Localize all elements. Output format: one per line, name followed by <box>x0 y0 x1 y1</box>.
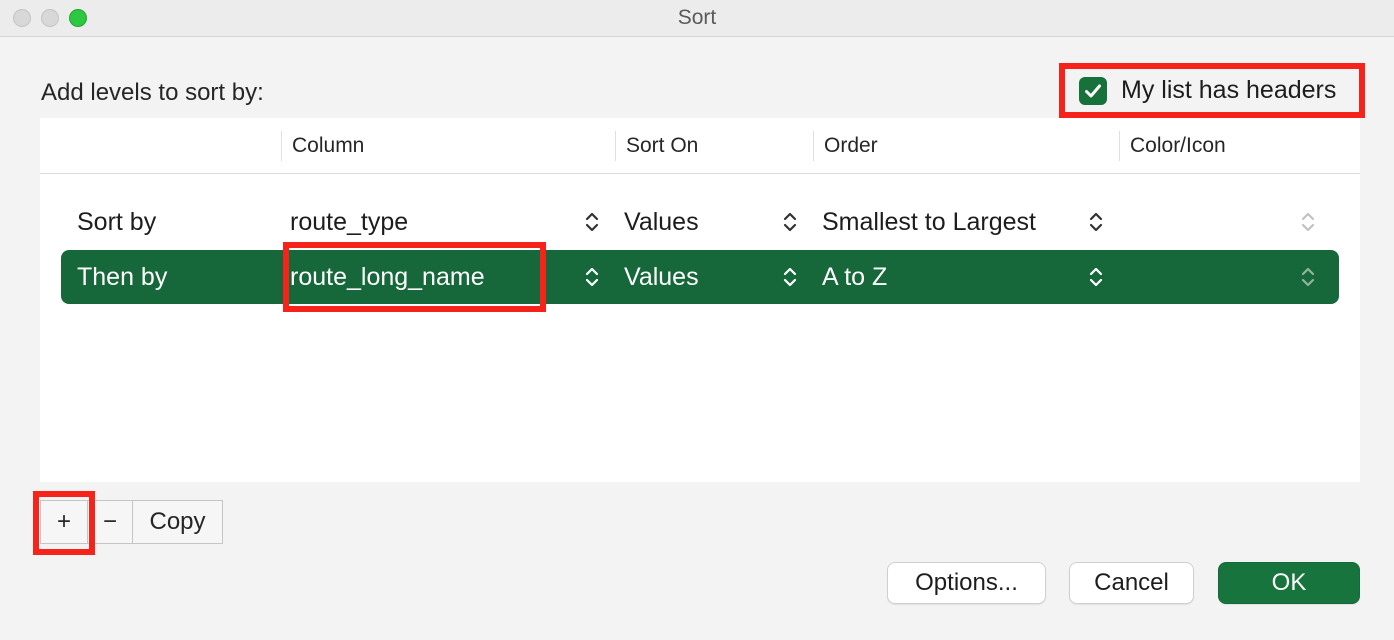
column-select[interactable]: route_type <box>290 195 408 249</box>
column-header-sort-on: Sort On <box>615 131 698 161</box>
chevron-updown-icon[interactable] <box>584 265 600 289</box>
add-levels-label: Add levels to sort by: <box>41 79 264 106</box>
chevron-updown-icon[interactable] <box>1300 210 1316 234</box>
row-label: Sort by <box>77 208 157 236</box>
column-header-color-icon: Color/Icon <box>1119 131 1226 161</box>
add-level-highlight <box>33 491 95 555</box>
chevron-updown-icon[interactable] <box>584 210 600 234</box>
column-select-highlight <box>283 242 546 312</box>
chevron-updown-icon[interactable] <box>1300 265 1316 289</box>
column-header-order: Order <box>813 131 878 161</box>
order-select[interactable]: Smallest to Largest <box>822 195 1036 249</box>
title-bar: Sort <box>0 0 1394 37</box>
sort-level-row[interactable]: Then by route_long_name Values A to Z <box>61 242 1339 312</box>
headers-checkbox[interactable] <box>1079 76 1107 105</box>
cancel-button[interactable]: Cancel <box>1069 562 1194 604</box>
window-title: Sort <box>677 6 717 29</box>
chevron-updown-icon[interactable] <box>1088 265 1104 289</box>
sort-on-select[interactable]: Values <box>624 195 699 249</box>
headers-checkbox-highlight[interactable]: My list has headers <box>1059 63 1365 118</box>
table-header: Column Sort On Order Color/Icon <box>40 118 1360 174</box>
checkmark-icon <box>1085 84 1101 97</box>
ok-button[interactable]: OK <box>1218 562 1360 604</box>
row-label: Then by <box>77 263 168 291</box>
sort-level-row[interactable]: Sort by route_type Values Smallest to La… <box>61 195 1339 249</box>
sort-on-select[interactable]: Values <box>624 250 699 304</box>
chevron-updown-icon[interactable] <box>1088 210 1104 234</box>
headers-checkbox-label[interactable]: My list has headers <box>1121 76 1336 105</box>
chevron-updown-icon[interactable] <box>782 210 798 234</box>
column-header-column: Column <box>281 131 364 161</box>
order-select[interactable]: A to Z <box>822 250 887 304</box>
copy-level-button[interactable]: Copy <box>133 500 223 544</box>
sort-levels-table: Column Sort On Order Color/Icon Sort by … <box>40 118 1360 482</box>
chevron-updown-icon[interactable] <box>782 265 798 289</box>
options-button[interactable]: Options... <box>887 562 1046 604</box>
